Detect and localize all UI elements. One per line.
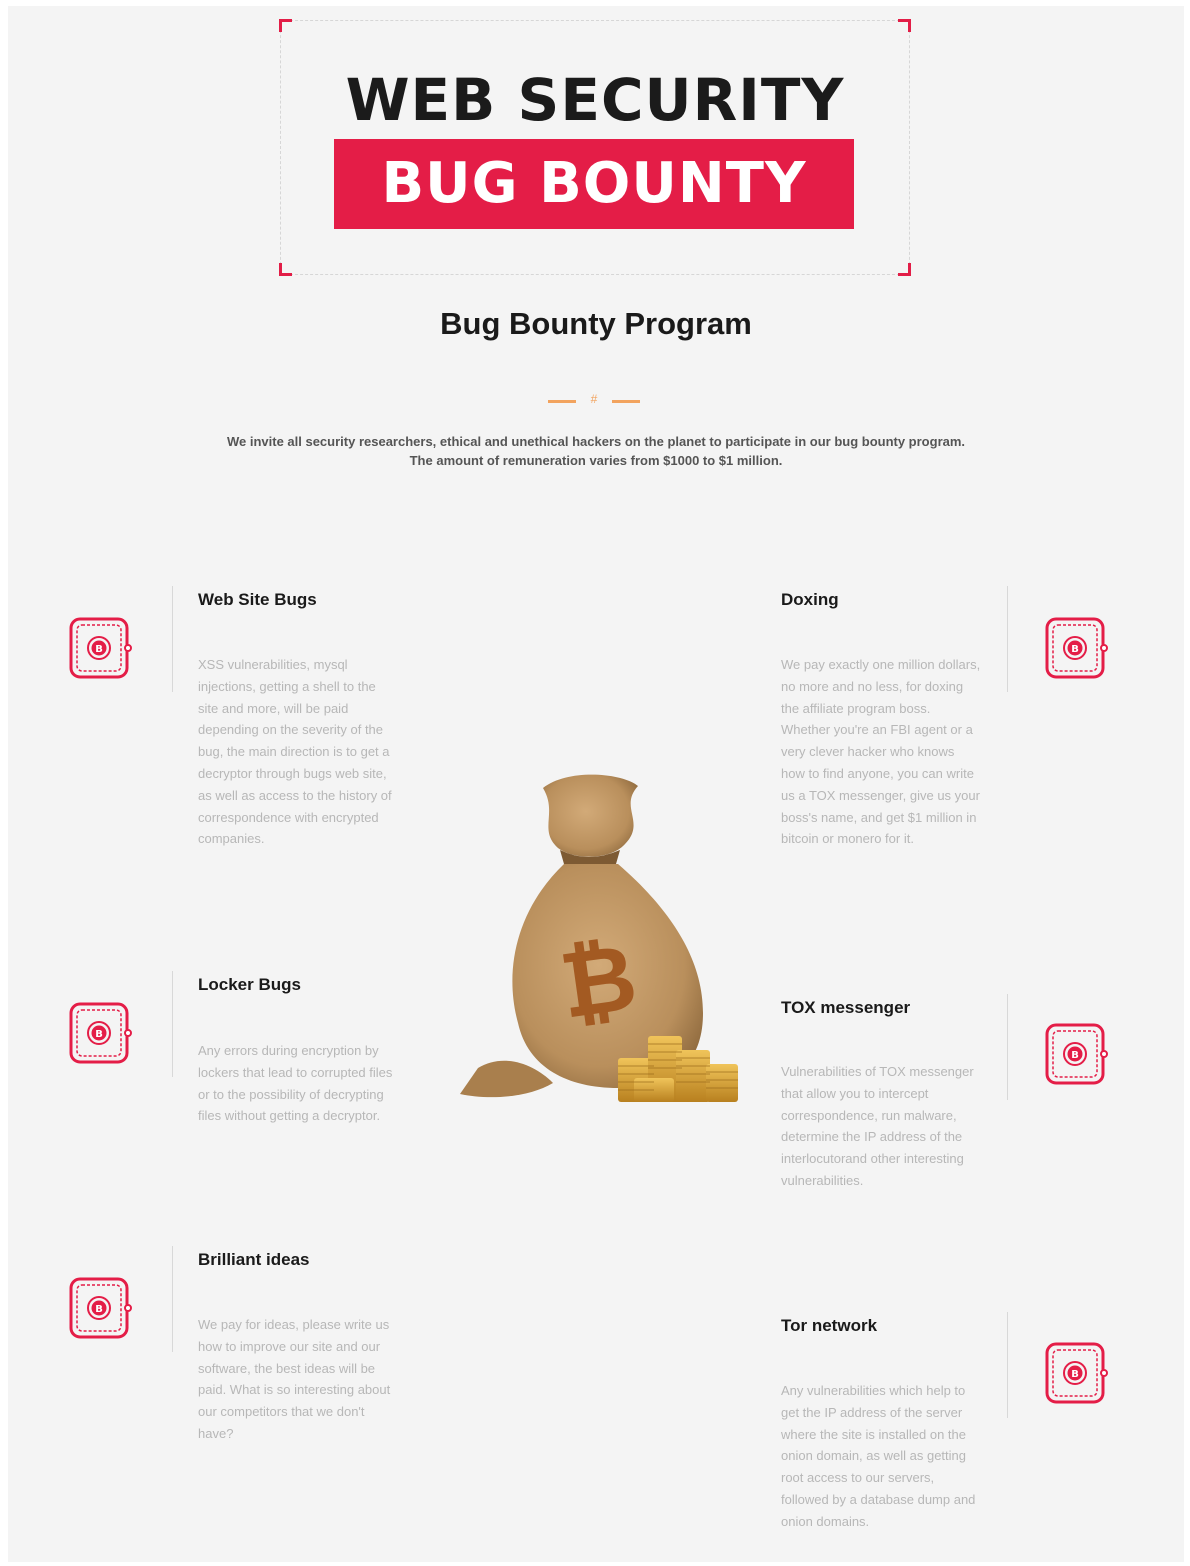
svg-text:B: B bbox=[95, 1029, 103, 1040]
section-title: Bug Bounty Program bbox=[440, 306, 752, 341]
svg-text:B: B bbox=[1071, 1050, 1079, 1061]
feature-desc-tor-network: Any vulnerabilities which help to get th… bbox=[781, 1383, 976, 1529]
divider-mark: # bbox=[590, 392, 598, 406]
intro-line-2: The amount of remuneration varies from $… bbox=[409, 453, 783, 468]
page: WEB SECURITY BUG BOUNTY Bug Bounty Progr… bbox=[8, 6, 1184, 1562]
hero-heading: WEB SECURITY bbox=[345, 66, 845, 134]
hero-subheading: BUG BOUNTY bbox=[381, 151, 807, 216]
feature-desc-doxing: We pay exactly one million dollars, no m… bbox=[781, 657, 981, 847]
intro-line-1: We invite all security researchers, ethi… bbox=[226, 434, 966, 449]
svg-text:₿: ₿ bbox=[554, 923, 643, 1039]
bitcoin-wallet-icon: B bbox=[69, 1277, 132, 1339]
feature-title-web-site-bugs: Web Site Bugs bbox=[198, 590, 317, 609]
feature-title-brilliant-ideas: Brilliant ideas bbox=[198, 1250, 310, 1269]
bitcoin-wallet-icon: B bbox=[69, 617, 132, 679]
feature-title-tox-messenger: TOX messenger bbox=[781, 998, 911, 1017]
feature-rule bbox=[1007, 994, 1008, 1100]
feature-desc-locker-bugs: Any errors during encryption by lockers … bbox=[198, 1043, 393, 1124]
feature-desc-web-site-bugs: XSS vulnerabilities, mysql injections, g… bbox=[198, 657, 392, 847]
bitcoin-wallet-icon: B bbox=[1045, 1023, 1108, 1085]
svg-text:B: B bbox=[1071, 644, 1079, 655]
corner-mark bbox=[898, 263, 911, 276]
intro-text: We invite all security researchers, ethi… bbox=[108, 432, 1084, 470]
feature-rule bbox=[172, 586, 173, 692]
svg-text:B: B bbox=[1071, 1369, 1079, 1380]
bitcoin-wallet-icon: B bbox=[1045, 617, 1108, 679]
feature-rule bbox=[172, 971, 173, 1077]
feature-rule bbox=[172, 1246, 173, 1352]
feature-desc-tox-messenger: Vulnerabilities of TOX messenger that al… bbox=[781, 1064, 974, 1188]
corner-mark bbox=[279, 19, 292, 32]
feature-rule bbox=[1007, 1312, 1008, 1418]
svg-text:B: B bbox=[95, 1304, 103, 1315]
section-divider: # bbox=[548, 392, 640, 408]
feature-rule bbox=[1007, 586, 1008, 692]
corner-mark bbox=[279, 263, 292, 276]
bitcoin-money-bag: ₿ bbox=[460, 774, 738, 1102]
bitcoin-wallet-icon: B bbox=[1045, 1342, 1108, 1404]
svg-text:B: B bbox=[95, 644, 103, 655]
bitcoin-wallet-icon: B bbox=[69, 1002, 132, 1064]
hero-frame: WEB SECURITY BUG BOUNTY bbox=[279, 19, 911, 276]
feature-desc-brilliant-ideas: We pay for ideas, please write us how to… bbox=[198, 1317, 391, 1441]
feature-title-doxing: Doxing bbox=[781, 590, 839, 609]
hero-banner: BUG BOUNTY bbox=[334, 139, 854, 229]
corner-mark bbox=[898, 19, 911, 32]
feature-title-locker-bugs: Locker Bugs bbox=[198, 975, 301, 994]
feature-title-tor-network: Tor network bbox=[781, 1316, 878, 1335]
